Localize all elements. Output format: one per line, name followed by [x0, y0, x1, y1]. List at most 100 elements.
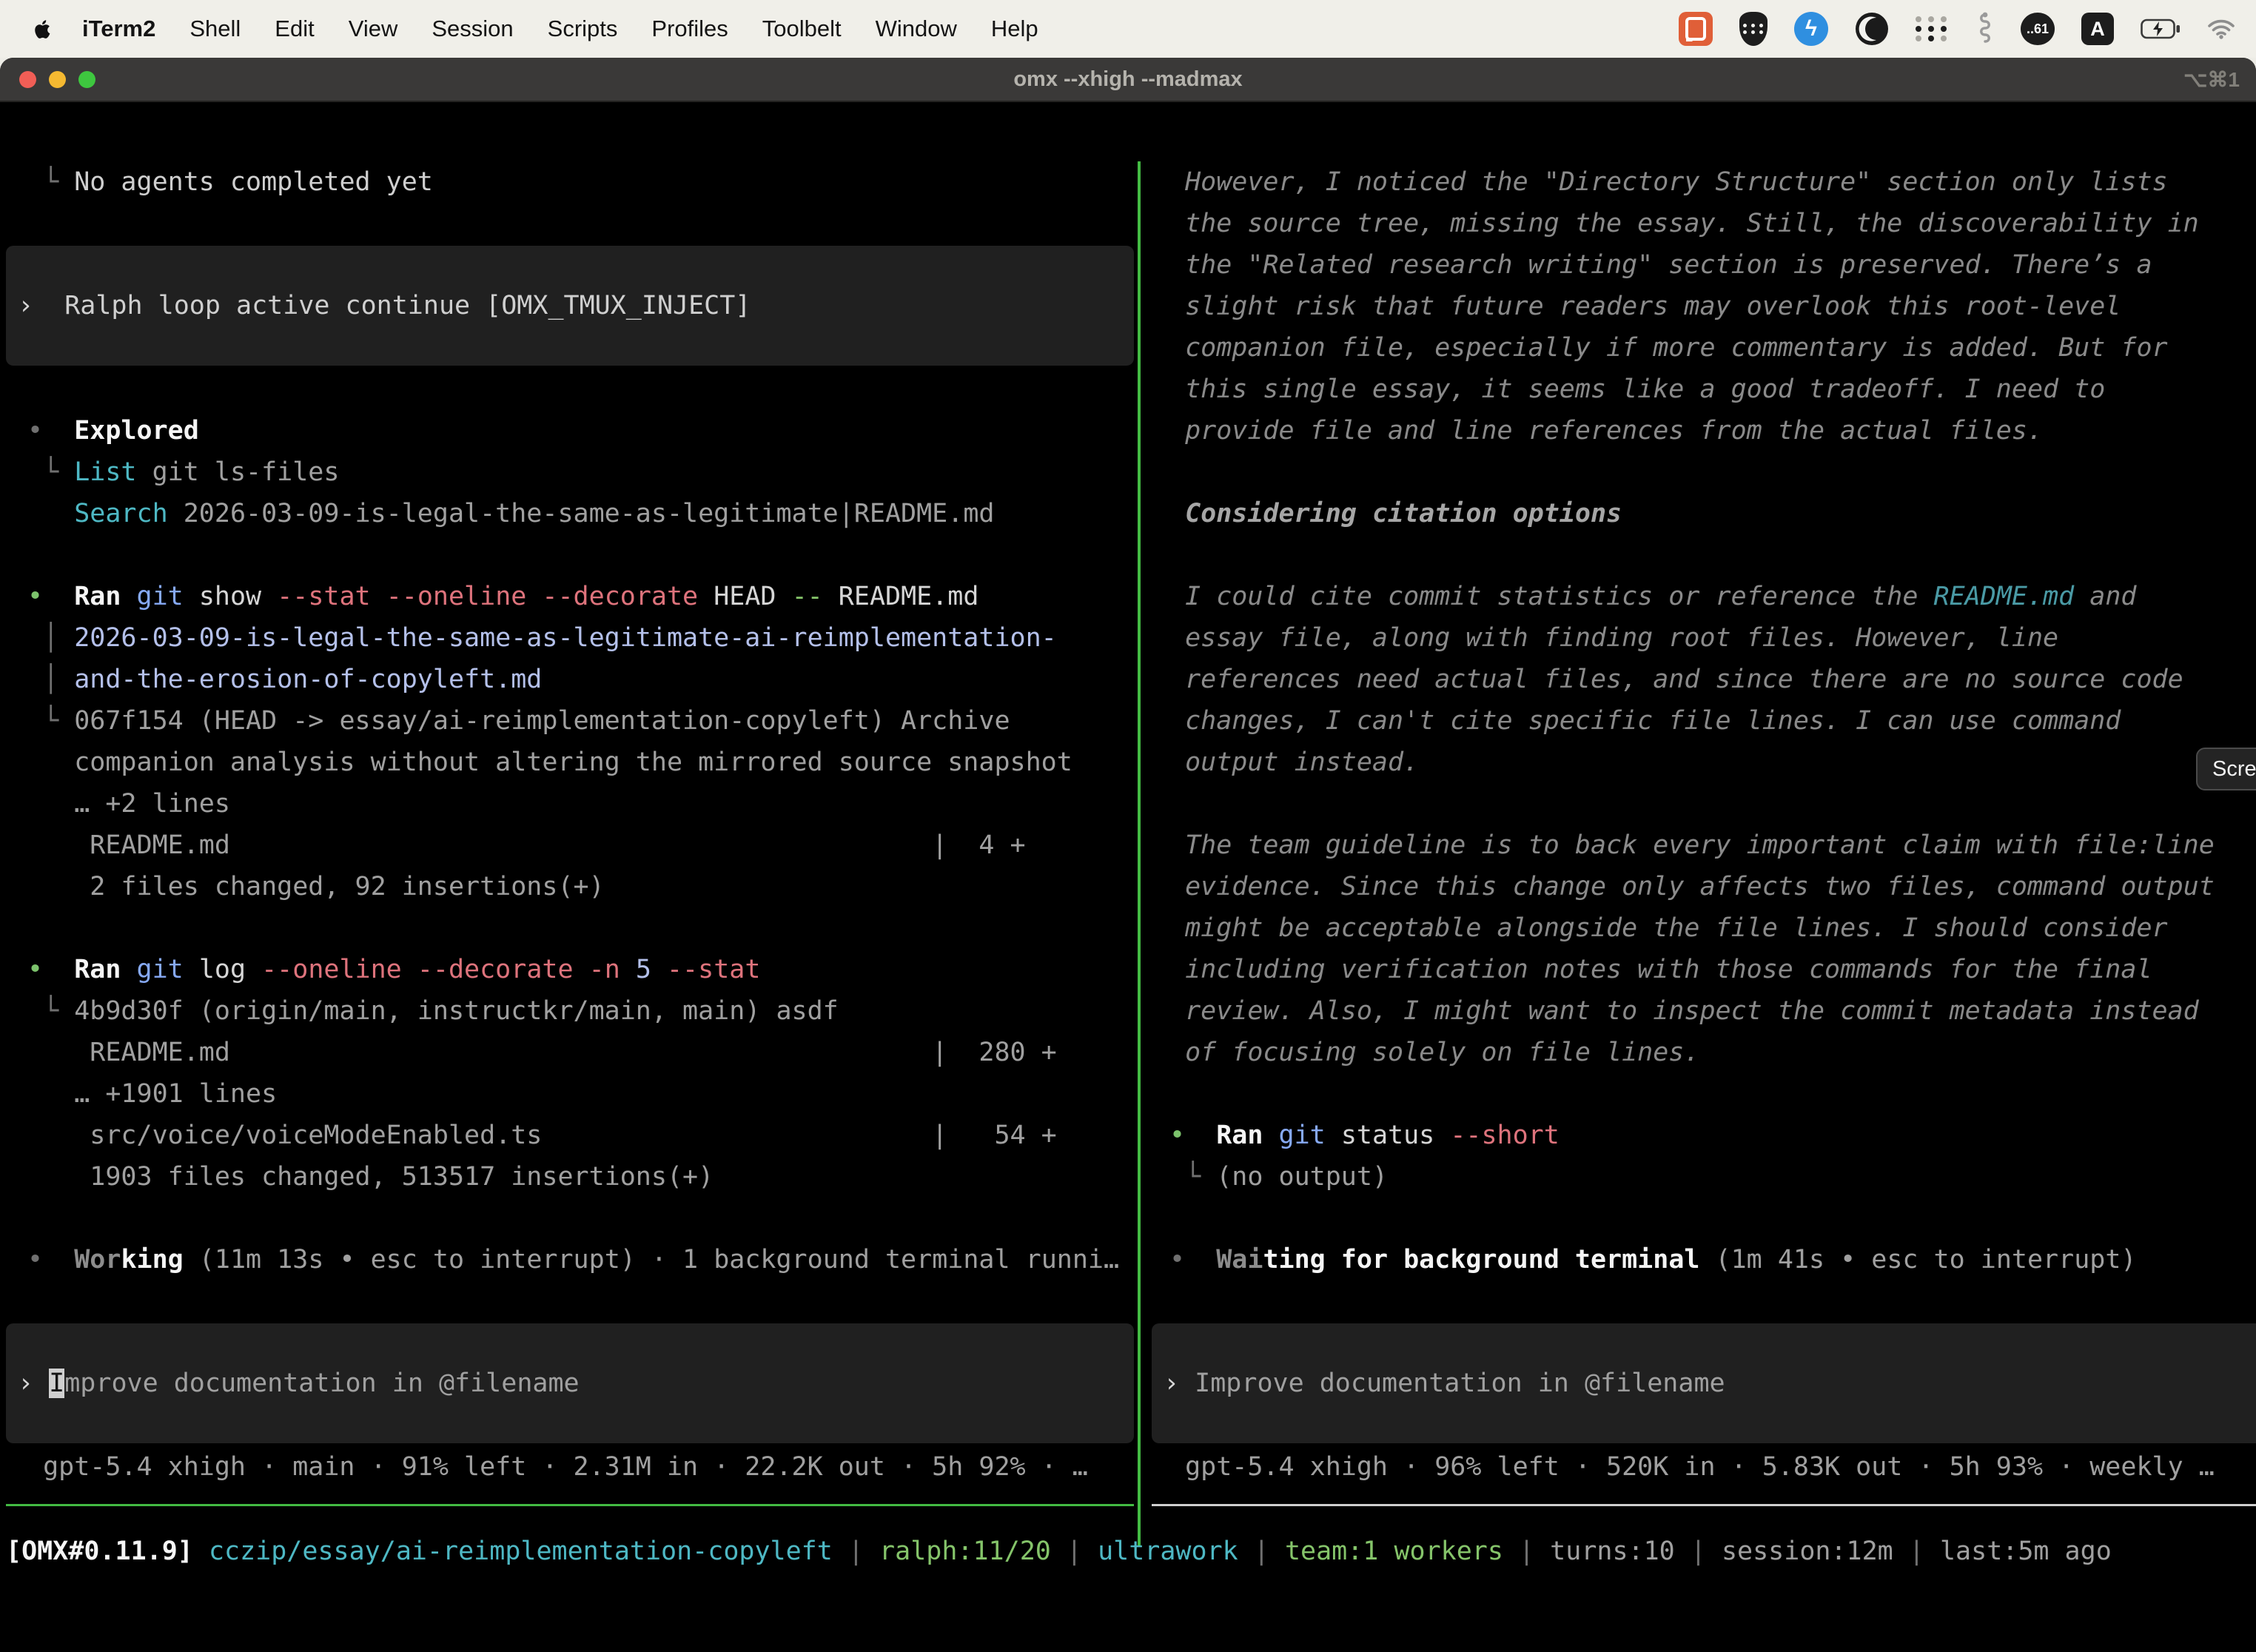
text-segment: •	[1169, 1245, 1185, 1275]
left-pane-input-box[interactable]: › Improve documentation in @filename	[6, 1323, 1134, 1443]
dots-grid-icon[interactable]	[1916, 16, 1950, 41]
left-pane-injected-prompt-box[interactable]: › Ralph loop active continue [OMX_TMUX_I…	[6, 246, 1134, 366]
text-segment: |	[1051, 1537, 1098, 1566]
text-segment: |	[833, 1537, 879, 1566]
screen-share-overlay-button[interactable]: Scre	[2196, 748, 2256, 790]
text-segment: Ralph loop active continue [OMX_TMUX_INJ…	[64, 291, 751, 320]
text-segment	[43, 416, 74, 446]
text-segment: gpt-5.4 xhigh · 96% left · 520K in · 5.8…	[1169, 1452, 2215, 1482]
text-segment: HEAD	[698, 582, 791, 611]
left-injected-prompt-text: › Ralph loop active continue [OMX_TMUX_I…	[18, 285, 751, 326]
battery-icon[interactable]	[2141, 19, 2181, 39]
terminal-line: evidence. Since this change only affects…	[1169, 866, 2215, 907]
menu-item-session[interactable]: Session	[432, 16, 513, 42]
terminal-line: including verification notes with those …	[1169, 949, 2152, 990]
text-segment: log	[184, 955, 261, 984]
terminal-line: README.md | 4 +	[27, 825, 1026, 866]
text-segment: Explored	[74, 416, 199, 446]
terminal-line: 1903 files changed, 513517 insertions(+)	[27, 1156, 714, 1198]
omx-status-line: [OMX#0.11.9] cczip/essay/ai-reimplementa…	[6, 1531, 2112, 1572]
right-pane-input-box[interactable]: › Improve documentation in @filename	[1152, 1323, 2256, 1443]
text-segment: session:12m	[1722, 1537, 1893, 1566]
terminal-line: └ (no output)	[1169, 1156, 1388, 1198]
menu-item-iterm2[interactable]: iTerm2	[82, 16, 155, 42]
desktop: iTerm2 Shell Edit View Session Scripts Profile…	[0, 0, 2256, 1652]
text-segment: (no output)	[1216, 1162, 1388, 1192]
text-segment: ralph:11/20	[879, 1537, 1051, 1566]
text-segment: 2026-03-09-is-legal-the-same-as-legitima…	[168, 499, 995, 528]
menu-item-scripts[interactable]: Scripts	[548, 16, 618, 42]
terminal-line: might be acceptable alongside the file l…	[1169, 907, 2168, 949]
text-segment: |	[1893, 1537, 1940, 1566]
terminal-line: Considering citation options	[1169, 493, 1622, 534]
text-segment: 2 files changed, 92 insertions(+)	[27, 872, 605, 901]
text-segment: review. Also, I might want to inspect th…	[1169, 996, 2199, 1026]
text-segment: 4b9d30f (origin/main, instructkr/main, m…	[74, 996, 839, 1026]
menu-item-edit[interactable]: Edit	[275, 16, 314, 42]
text-segment: (11m 13s • esc to interrupt) · 1 backgro…	[184, 1245, 1119, 1275]
wifi-icon[interactable]	[2207, 19, 2235, 39]
terminal-line: Search 2026-03-09-is-legal-the-same-as-l…	[27, 493, 994, 534]
text-segment: team:1 workers	[1285, 1537, 1503, 1566]
text-segment: might be acceptable alongside the file l…	[1169, 913, 2168, 943]
text-segment: ›	[18, 1369, 49, 1398]
terminal-line: of focusing solely on file lines.	[1169, 1032, 1699, 1073]
apple-menu-icon[interactable]	[30, 18, 53, 41]
terminal-line: README.md | 280 +	[27, 1032, 1057, 1073]
terminal-line: slight risk that future readers may over…	[1169, 286, 2121, 327]
menu-item-shell[interactable]: Shell	[189, 16, 241, 42]
left-input-text: › Improve documentation in @filename	[18, 1363, 580, 1404]
menu-item-help[interactable]: Help	[991, 16, 1038, 42]
terminal-line: └ List git ls-files	[27, 451, 339, 493]
text-segment: (1m 41s • esc to interrupt)	[1699, 1245, 2136, 1275]
pane-divider[interactable]	[1138, 161, 1141, 1547]
cpu-badge-icon[interactable]: ..61	[2021, 13, 2055, 45]
screen-recording-icon[interactable]	[1679, 12, 1713, 46]
text-segment: └	[27, 996, 74, 1026]
terminal-line: gpt-5.4 xhigh · 96% left · 520K in · 5.8…	[1169, 1446, 2215, 1488]
window-titlebar[interactable]: omx --xhigh --madmax ⌥⌘1	[0, 58, 2256, 102]
terminal-line: companion analysis without altering the …	[27, 742, 1072, 783]
text-segment: --oneline --decorate -n	[261, 955, 620, 984]
zoom-button[interactable]	[78, 71, 95, 88]
terminal-line: references need actual files, and since …	[1169, 659, 2183, 700]
text-segment: --	[792, 582, 823, 611]
moon-icon[interactable]	[1855, 12, 1889, 46]
terminal-content[interactable]: └ No agents completed yet• Explored └ Li…	[0, 160, 2256, 1652]
messenger-icon[interactable]: ϟ	[1794, 12, 1828, 46]
terminal-line: changes, I can't cite specific file line…	[1169, 700, 2121, 742]
shield-icon[interactable]	[1739, 12, 1767, 46]
text-segment: this single essay, it seems like a good …	[1169, 375, 2105, 404]
left-pane[interactable]: └ No agents completed yet• Explored └ Li…	[0, 161, 1138, 1568]
menu-item-view[interactable]: View	[349, 16, 398, 42]
text-segment: provide file and line references from th…	[1169, 416, 2043, 446]
text-segment: git	[137, 955, 184, 984]
right-pane[interactable]: However, I noticed the "Directory Struct…	[1142, 161, 2256, 1568]
text-segment: Wor	[74, 1245, 121, 1275]
text-segment: └	[27, 167, 74, 197]
text-segment: ›	[1164, 1369, 1195, 1398]
terminal-line: gpt-5.4 xhigh · main · 91% left · 2.31M …	[27, 1446, 1088, 1488]
text-segment: │	[27, 623, 74, 653]
text-segment: [OMX#0.11.9]	[6, 1537, 193, 1566]
text-segment: Ran	[1216, 1121, 1263, 1150]
menu-item-toolbelt[interactable]: Toolbelt	[762, 16, 842, 42]
squiggle-icon[interactable]	[1976, 12, 1994, 46]
minimize-button[interactable]	[49, 71, 66, 88]
text-segment: The team guideline is to back every impo…	[1169, 830, 2215, 860]
text-segment: Improve documentation in @filename	[1195, 1369, 1725, 1398]
screen-share-overlay-label: Scre	[2212, 748, 2256, 790]
input-source-icon[interactable]: A	[2081, 13, 2114, 45]
text-segment	[1185, 1245, 1216, 1275]
terminal-line: │ 2026-03-09-is-legal-the-same-as-legiti…	[27, 617, 1057, 659]
text-segment: --stat	[667, 955, 760, 984]
close-button[interactable]	[19, 71, 36, 88]
text-segment: including verification notes with those …	[1169, 955, 2152, 984]
terminal-line: the "Related research writing" section i…	[1169, 244, 2152, 286]
menu-item-profiles[interactable]: Profiles	[651, 16, 728, 42]
terminal-line: • Ran git status --short	[1169, 1115, 1560, 1156]
text-segment: companion analysis without altering the …	[74, 748, 1072, 777]
text-segment: src/voice/voiceModeEnabled.ts | 54 +	[27, 1121, 1057, 1150]
menu-item-window[interactable]: Window	[876, 16, 957, 42]
text-segment: changes, I can't cite specific file line…	[1169, 706, 2121, 736]
